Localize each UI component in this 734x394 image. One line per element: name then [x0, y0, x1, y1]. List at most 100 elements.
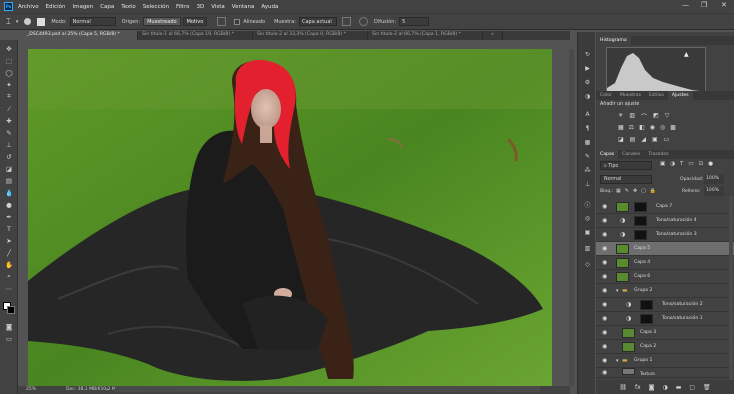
actions-icon[interactable]: ▶	[582, 64, 593, 73]
dodge-tool-icon[interactable]: ●	[3, 200, 15, 209]
new-adjustment-icon[interactable]: ◑	[662, 384, 667, 391]
tab-adjustments[interactable]: Ajustes	[667, 91, 693, 100]
mode-select[interactable]: Normal	[69, 17, 116, 26]
tab-histogram[interactable]: Histograma	[596, 36, 631, 45]
swatches-side-icon[interactable]: ▦	[582, 138, 593, 147]
filter-pixel-icon[interactable]: ▣	[660, 161, 665, 167]
menu-ayuda[interactable]: Ayuda	[261, 4, 278, 10]
tab-sin-titulo-1[interactable]: Sin título-1 al 66,7% (Capa 19, RGB/8) *	[138, 31, 253, 40]
eye-icon[interactable]: ◉	[602, 301, 607, 308]
photo-filter-icon[interactable]: ◉	[650, 124, 655, 131]
sampled-button[interactable]: Muestreado	[143, 17, 181, 26]
menu-imagen[interactable]: Imagen	[72, 4, 93, 10]
type-tool-icon[interactable]: T	[3, 224, 15, 233]
tab-sin-titulo-2b[interactable]: Sin título-2 al 66,7% (Capa 1, RGB/8) *	[368, 31, 483, 40]
filter-type-icon[interactable]: T	[680, 161, 683, 167]
layer-row[interactable]: ◉ ◑ Tono/saturación 3	[596, 228, 734, 242]
vertical-scrollbar[interactable]	[569, 49, 574, 386]
document-canvas[interactable]	[28, 49, 552, 386]
gradient-tool-icon[interactable]: ▤	[3, 176, 15, 185]
hand-tool-icon[interactable]: ✋	[3, 260, 15, 269]
menu-vista[interactable]: Vista	[211, 4, 225, 10]
gradient-map-icon[interactable]: ▭	[664, 136, 670, 143]
filter-adjustment-icon[interactable]: ◑	[670, 161, 675, 167]
layer-group-row[interactable]: ◉ ▾ ▬ Grupo 2	[596, 284, 734, 298]
eye-icon[interactable]: ◉	[602, 315, 607, 322]
marquee-tool-icon[interactable]: ⬚	[3, 56, 15, 65]
layer-row[interactable]: ◉ Capa 2	[596, 340, 734, 354]
eye-icon[interactable]: ◉	[602, 231, 607, 238]
warning-icon[interactable]: ▲	[684, 51, 689, 58]
pressure-opacity-icon[interactable]	[217, 17, 227, 26]
tab-sin-titulo-2a[interactable]: Sin título-2 al 33,3% (Capa 0, RGB/8) *	[253, 31, 368, 40]
tab-overflow[interactable]: »	[483, 31, 503, 40]
tab-layers[interactable]: Capas	[596, 150, 619, 159]
tab-swatches[interactable]: Muestras	[616, 93, 645, 98]
status-menu-arrow-icon[interactable]: ›	[106, 386, 108, 393]
eye-icon[interactable]: ◉	[602, 343, 607, 350]
clone-source-panel-icon[interactable]	[37, 17, 46, 26]
horizontal-scrollbar[interactable]	[115, 386, 540, 392]
chevron-down-icon[interactable]: ▾	[616, 358, 619, 364]
close-icon[interactable]: ✕	[721, 1, 727, 9]
menu-3d[interactable]: 3D	[196, 4, 204, 10]
layer-row[interactable]: ◉ ◑ Tono/saturación 2	[596, 298, 734, 312]
history-brush-icon[interactable]: ↺	[3, 152, 15, 161]
zoom-level[interactable]: 25%	[26, 387, 36, 392]
move-tool-icon[interactable]: ✥	[3, 44, 15, 53]
eyedropper-icon[interactable]: ⁄	[3, 104, 15, 113]
minimize-icon[interactable]: —	[682, 1, 689, 9]
new-layer-icon[interactable]: ▢	[689, 384, 695, 391]
layer-row[interactable]: ◉ Capa 3	[596, 326, 734, 340]
eye-icon[interactable]: ◉	[602, 245, 607, 252]
chevron-down-icon[interactable]: ▾	[616, 288, 619, 294]
tab-styles[interactable]: Estilos	[645, 93, 668, 98]
layer-filter-select[interactable]: ⌕ Tipo	[600, 161, 652, 170]
pen-tool-icon[interactable]: ✒	[3, 212, 15, 221]
lock-artboard-icon[interactable]: ▢	[641, 188, 646, 194]
selective-color-icon[interactable]: ▣	[652, 136, 658, 143]
brush-preset-icon[interactable]	[24, 18, 32, 25]
pressure-size-icon[interactable]	[359, 17, 368, 26]
clone-stamp-icon[interactable]: ⊥	[3, 140, 15, 149]
opacity-input[interactable]: 100%	[704, 175, 724, 184]
vibrance-icon[interactable]: ▽	[665, 112, 670, 121]
posterize-icon[interactable]: ▤	[630, 136, 636, 143]
zoom-tool-icon[interactable]: ⌕	[3, 272, 15, 281]
properties-icon[interactable]: ⚙	[582, 78, 593, 87]
layer-row[interactable]: ◉ Capa 6	[596, 270, 734, 284]
screen-mode-icon[interactable]: ▭	[3, 334, 15, 343]
layer-row[interactable]: ◉ Textura	[596, 368, 734, 378]
color-lookup-icon[interactable]: ▩	[670, 124, 676, 131]
blend-mode-select[interactable]: Normal	[600, 175, 652, 184]
info-icon[interactable]: ⓘ	[582, 200, 593, 209]
lock-move-icon[interactable]: ✥	[633, 188, 637, 194]
color-balance-icon[interactable]: ⚖	[629, 124, 634, 131]
hue-saturation-icon[interactable]: ▦	[618, 124, 624, 131]
brush-settings-icon[interactable]: ✎	[582, 152, 593, 161]
fill-input[interactable]: 100%	[704, 187, 724, 196]
clone-source-icon[interactable]: ⊥	[582, 180, 593, 189]
eye-icon[interactable]: ◉	[602, 273, 607, 280]
new-group-icon[interactable]: ▬	[676, 384, 682, 391]
layer-group-row[interactable]: ◉ ▾ ▬ Grupo 1	[596, 354, 734, 368]
eye-icon[interactable]: ◉	[602, 287, 607, 294]
tab-channels[interactable]: Canales	[618, 152, 644, 157]
brightness-icon[interactable]: ☀	[618, 112, 623, 121]
layer-row[interactable]: ◉ ◑ Tono/saturación 1	[596, 312, 734, 326]
layer-comps-icon[interactable]: ▣	[582, 228, 593, 237]
link-layers-icon[interactable]: ⛓	[619, 384, 627, 391]
exposure-icon[interactable]: ◩	[653, 112, 659, 121]
restore-icon[interactable]: ❐	[701, 1, 707, 9]
pattern-button[interactable]: Motivo	[182, 17, 208, 26]
clone-stamp-tool-icon[interactable]: ⌶	[6, 17, 11, 27]
eye-icon[interactable]: ◉	[602, 203, 607, 210]
magic-wand-icon[interactable]: ✦	[3, 80, 15, 89]
trash-icon[interactable]: 🗑	[703, 384, 711, 391]
crop-tool-icon[interactable]: ⌗	[3, 92, 15, 101]
menu-edicion[interactable]: Edición	[46, 4, 66, 10]
invert-icon[interactable]: ◪	[618, 136, 624, 143]
levels-icon[interactable]: ▥	[629, 112, 635, 121]
fx-icon[interactable]: fx	[635, 384, 641, 391]
lock-paint-icon[interactable]: ✎	[625, 188, 629, 194]
